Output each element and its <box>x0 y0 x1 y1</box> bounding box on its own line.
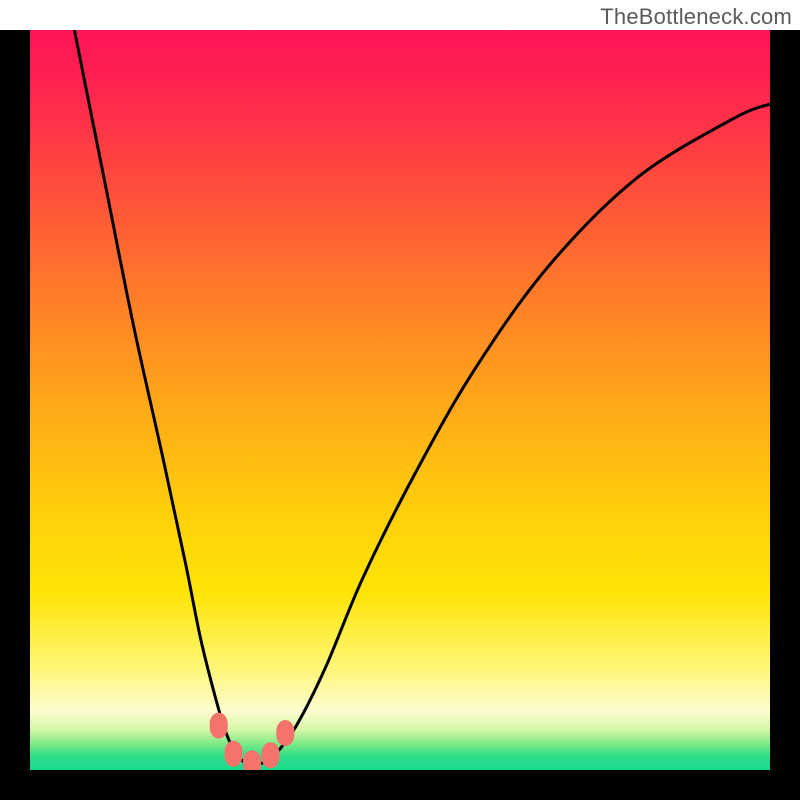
chart-stage: TheBottleneck.com <box>0 0 800 800</box>
watermark-text: TheBottleneck.com <box>600 4 792 30</box>
plot-area <box>30 30 770 770</box>
background-gradient <box>30 30 770 770</box>
